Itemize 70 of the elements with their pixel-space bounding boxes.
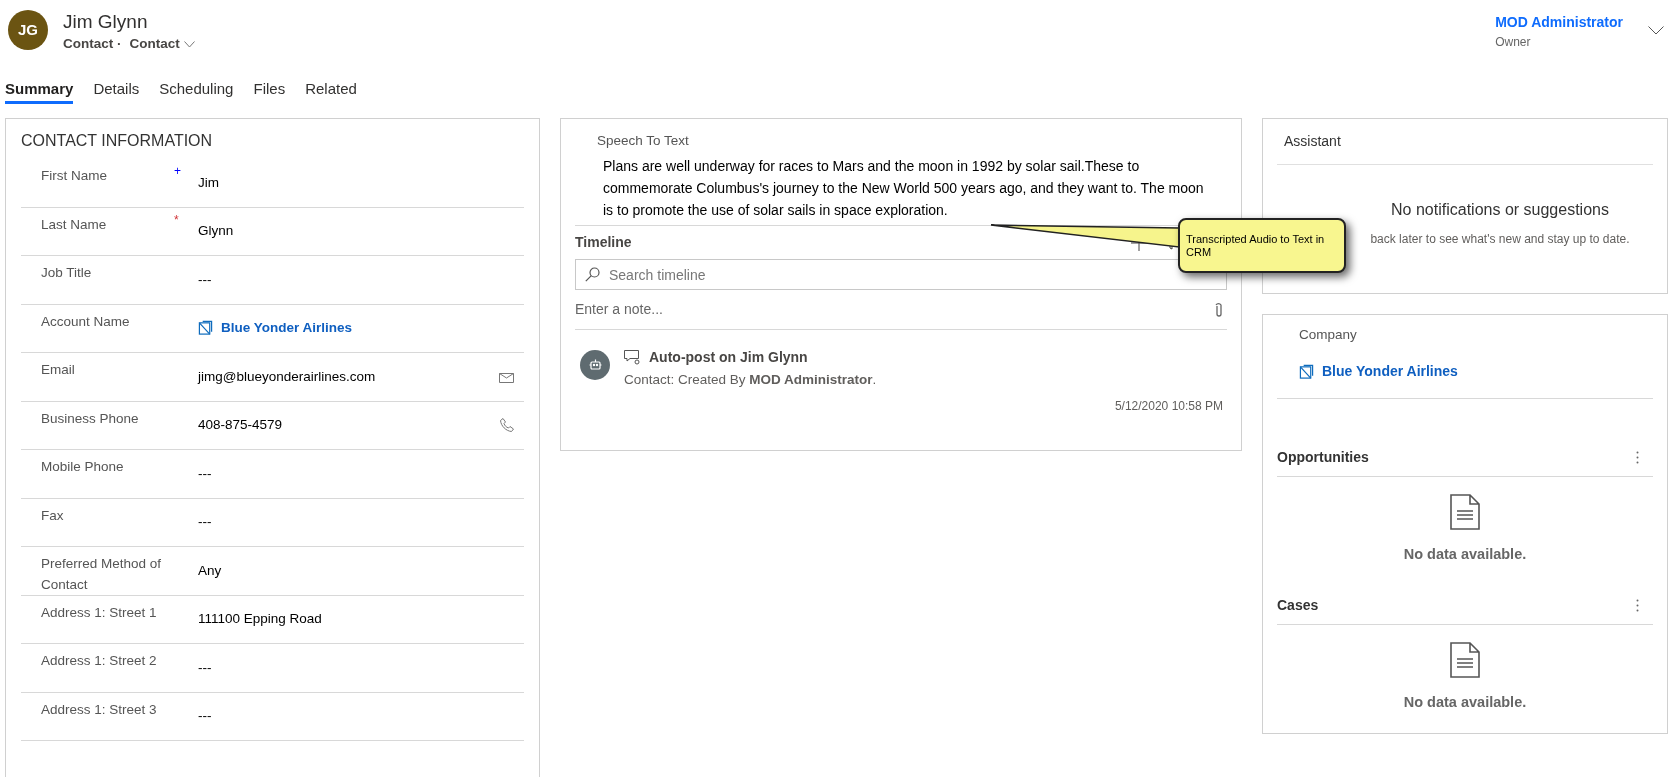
subgrid-title: Opportunities	[1277, 448, 1369, 468]
field-value: ---	[198, 658, 212, 677]
document-icon	[1450, 642, 1480, 679]
field-value: ---	[198, 464, 212, 483]
field-value: ---	[198, 707, 212, 726]
chat-gear-icon	[624, 350, 641, 366]
chevron-down-icon	[183, 40, 195, 48]
field-label: Account Name	[41, 312, 131, 331]
subgrid-title: Cases	[1277, 596, 1319, 616]
field-label: Company	[1299, 326, 1358, 344]
field-value: 408-875-4579	[198, 416, 283, 435]
tab[interactable]: Scheduling	[159, 78, 234, 104]
more-options-icon[interactable]	[1636, 599, 1639, 613]
assistant-title: Assistant	[1284, 132, 1341, 151]
avatar: JG	[8, 10, 48, 50]
field-value: Jim	[198, 173, 219, 192]
post-title: Auto-post on Jim Glynn	[649, 348, 808, 368]
section-title: CONTACT INFORMATION	[21, 131, 214, 151]
paperclip-icon[interactable]	[1215, 301, 1223, 318]
account-icon	[1299, 363, 1314, 380]
field-label: Address 1: Street 1	[41, 603, 158, 622]
field-value: ---	[198, 270, 212, 289]
phone-icon[interactable]	[500, 418, 514, 433]
required-marker: +	[174, 164, 181, 178]
tab[interactable]: Details	[93, 78, 140, 104]
search-icon	[585, 267, 600, 283]
field-label: Address 1: Street 2	[41, 652, 158, 670]
field-value: 111100 Epping Road	[198, 610, 322, 629]
callout: Transcripted Audio to Text in CRM	[1178, 218, 1346, 273]
field-label: Preferred Method of Contact	[41, 555, 163, 594]
company-link[interactable]: Blue Yonder Airlines	[1299, 361, 1653, 383]
record-name: Jim Glynn	[63, 10, 149, 34]
field-label: Business Phone	[41, 409, 140, 428]
field-label: Address 1: Street 3	[41, 700, 158, 719]
empty-message: No data available.	[1403, 693, 1527, 713]
empty-message: back later to see what's new and stay up to date.	[1370, 231, 1630, 248]
tab[interactable]: Files	[253, 78, 286, 104]
owner-label: Owner	[1495, 34, 1532, 51]
account-link[interactable]: Blue Yonder Airlines	[198, 318, 353, 339]
field-label: Mobile Phone	[41, 458, 125, 476]
tab[interactable]: Related	[305, 78, 357, 104]
owner-link[interactable]: MOD Administrator	[1495, 12, 1623, 33]
field-value: Glynn	[198, 222, 234, 241]
required-marker: *	[174, 212, 179, 227]
more-options-icon[interactable]	[1636, 451, 1639, 465]
post-timestamp: 5/12/2020 10:58 PM	[1114, 397, 1223, 415]
field-value: Any	[198, 561, 222, 580]
field-label: Fax	[41, 506, 65, 525]
chevron-down-icon[interactable]	[1648, 26, 1664, 35]
tab[interactable]: Summary	[5, 78, 74, 104]
field-label: Speech To Text	[597, 132, 690, 150]
account-icon	[198, 320, 213, 337]
search-field[interactable]: Search timeline	[575, 259, 1227, 291]
field-value: ---	[198, 513, 212, 532]
form-selector[interactable]: Contact	[129, 34, 195, 55]
robot-icon	[588, 358, 602, 372]
empty-message: No data available.	[1403, 545, 1527, 565]
envelope-icon[interactable]	[499, 370, 514, 383]
field-label: Email	[41, 361, 76, 379]
note-field[interactable]: Enter a note...	[575, 299, 1215, 321]
post-body: Contact: Created By MOD Administrator.	[624, 371, 878, 390]
entity-label: Contact ·	[63, 35, 122, 53]
field-label: Job Title	[41, 264, 93, 282]
timeline-title: Timeline	[575, 233, 632, 253]
empty-heading: No notifications or suggestions	[1391, 200, 1609, 220]
field-label: First Name	[41, 167, 108, 185]
speech-text: Plans are well underway for races to Mars and the moon in 1992 by solar sail.These to commemorate Columbus's journey to the New World 500 years ago, and they want to. The moon is to promote the use of solar sails in space exploration.	[602, 157, 1205, 221]
document-icon	[1450, 494, 1480, 531]
field-value: jimg@blueyonderairlines.com	[198, 367, 376, 386]
field-label: Last Name	[41, 215, 108, 234]
